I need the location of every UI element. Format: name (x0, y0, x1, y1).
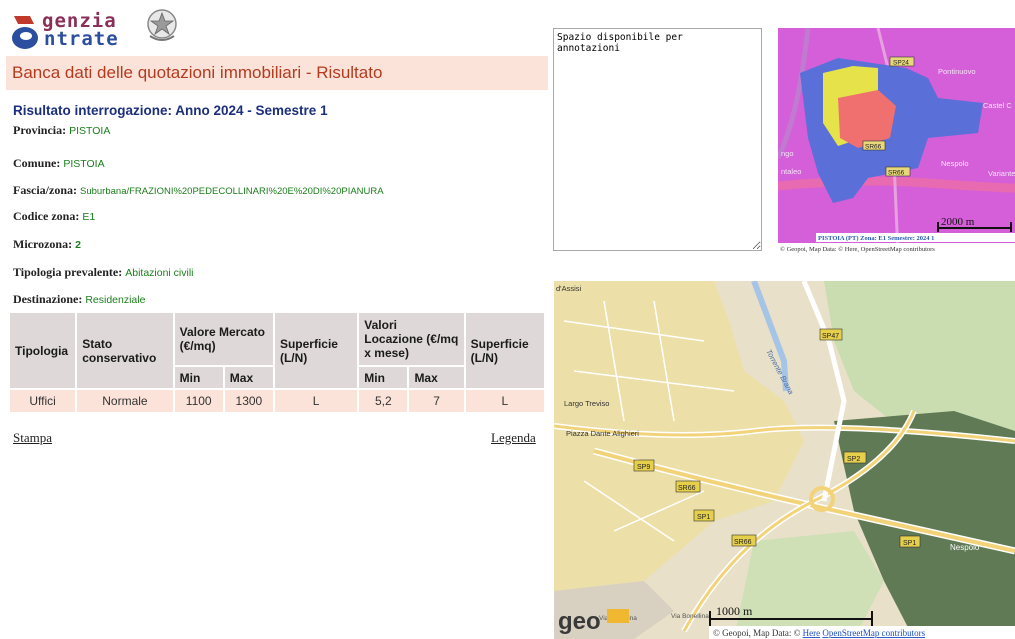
field-value: Abitazioni civili (125, 267, 194, 279)
field-microzona: Microzona: 2 (13, 237, 81, 252)
field-destinazione: Destinazione: Residenziale (13, 292, 145, 307)
road-label: SP1 (903, 540, 916, 547)
annotations-textarea[interactable]: Spazio disponibile per annotazioni (553, 28, 762, 251)
field-fascia-zona: Fascia/zona: Suburbana/FRAZIONI%20PEDECO… (13, 183, 384, 198)
geopoi-logo: geo (558, 608, 601, 635)
road-label: SP9 (637, 464, 650, 471)
here-link[interactable]: Here (803, 628, 821, 638)
map-attribution: © Geopoi, Map Data: © Here, OpenStreetMa… (780, 246, 935, 253)
scale-label: 2000 m (941, 216, 975, 228)
field-label: Codice zona: (13, 209, 80, 223)
road-label: SP47 (822, 333, 839, 340)
field-label: Comune: (13, 156, 61, 170)
place-label: d'Assisi (556, 284, 582, 293)
attribution-text: © Geopoi, Map Data: © (713, 628, 803, 638)
cell-stato: Normale (77, 390, 175, 412)
header-tipologia: Tipologia (10, 313, 78, 390)
cell-vm-min: 1100 (174, 390, 225, 412)
legenda-link[interactable]: Legenda (491, 430, 536, 446)
cell-superficie: L (465, 390, 546, 412)
header-valori-locazione: Valori Locazione (€/mq x mese) (359, 313, 466, 367)
street-map[interactable]: SP47 SP2 SP9 SR66 SP1 SR66 SP1 d'Assisi … (554, 281, 1015, 639)
field-value: E1 (82, 211, 96, 223)
place-label: Largo Treviso (564, 399, 609, 408)
place-label: Castel C (983, 101, 1012, 110)
field-value: PISTOIA (63, 158, 105, 170)
table-row: Uffici Normale 1100 1300 L 5,2 7 L (10, 390, 546, 412)
place-label: Nespolo (941, 159, 969, 168)
cell-vl-min: 5,2 (359, 390, 410, 412)
logo-mark-icon (12, 16, 38, 49)
field-codice-zona: Codice zona: E1 (13, 209, 95, 224)
place-label: Nespolo (950, 543, 980, 552)
field-value: Suburbana/FRAZIONI%20PEDECOLLINARI%20E%2… (80, 186, 384, 197)
field-label: Provincia: (13, 123, 67, 137)
field-value: 2 (75, 239, 81, 251)
road-label: SR66 (888, 170, 905, 177)
road-label: SR66 (678, 485, 696, 492)
place-label: ntaleo (781, 167, 801, 176)
header-max: Max (224, 367, 275, 390)
road-label: SP2 (847, 456, 860, 463)
result-heading: Risultato interrogazione: Anno 2024 - Se… (13, 103, 328, 118)
header-min: Min (359, 367, 410, 390)
stampa-link[interactable]: Stampa (13, 430, 52, 446)
osm-link[interactable]: OpenStreetMap contributors (822, 628, 925, 638)
road-label: SR66 (734, 539, 752, 546)
place-label: Via Bonellina (671, 613, 709, 620)
field-value: Residenziale (85, 294, 146, 306)
agenzia-entrate-logo: genzia ntrate (10, 8, 180, 50)
scale-label: 1000 m (716, 604, 753, 618)
field-label: Tipologia prevalente: (13, 265, 123, 279)
field-label: Microzona: (13, 237, 73, 251)
street-map-canvas: SP47 SP2 SP9 SR66 SP1 SR66 SP1 d'Assisi … (554, 281, 1015, 639)
table-header-row: Tipologia Stato conservativo Valore Merc… (10, 313, 546, 390)
header-min: Min (174, 367, 225, 390)
page-title: Banca dati delle quotazioni immobiliari … (12, 63, 383, 82)
field-provincia: Provincia: PISTOIA (13, 123, 110, 138)
header-superficie: Superficie (L/N) (274, 313, 360, 390)
field-tipologia-prevalente: Tipologia prevalente: Abitazioni civili (13, 265, 194, 280)
place-label: Piazza Dante Alighieri (566, 429, 639, 438)
logo-word-entrate: ntrate (44, 28, 119, 50)
place-label: Variante P (988, 169, 1015, 178)
place-label: Pontinuovo (938, 67, 976, 76)
page-header: Banca dati delle quotazioni immobiliari … (6, 56, 548, 90)
field-value: PISTOIA (69, 125, 111, 137)
field-label: Destinazione: (13, 292, 83, 306)
field-comune: Comune: PISTOIA (13, 156, 105, 171)
header-stato-conservativo: Stato conservativo (77, 313, 175, 390)
zone-map[interactable]: SP24 SR66 SR66 Pontinuovo Castel C Nespo… (778, 28, 1015, 254)
field-label: Fascia/zona: (13, 183, 77, 197)
republic-emblem-icon (147, 9, 177, 41)
header-superficie: Superficie (L/N) (465, 313, 546, 390)
cell-vm-max: 1300 (224, 390, 275, 412)
road-label: SP1 (697, 514, 710, 521)
zone-label: PISTOIA (PT) Zona: E1 Semestre: 2024 1 (818, 235, 934, 242)
road-label: SP24 (893, 60, 909, 67)
map-attribution: © Geopoi, Map Data: © Here OpenStreetMap… (713, 628, 926, 638)
zone-map-canvas: SP24 SR66 SR66 Pontinuovo Castel C Nespo… (778, 28, 1015, 254)
place-label: ngo (781, 149, 794, 158)
header-valore-mercato: Valore Mercato (€/mq) (174, 313, 275, 367)
header-max: Max (409, 367, 466, 390)
road-label: SR66 (865, 144, 882, 151)
quotations-table: Tipologia Stato conservativo Valore Merc… (10, 313, 546, 412)
cell-vl-max: 7 (409, 390, 466, 412)
cell-tipologia: Uffici (10, 390, 78, 412)
cell-superficie: L (274, 390, 360, 412)
